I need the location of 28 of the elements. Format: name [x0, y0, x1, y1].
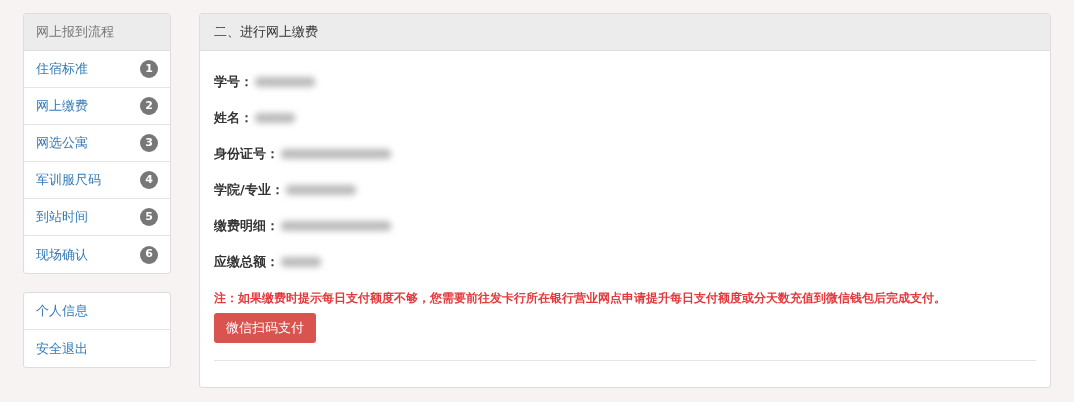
- field-label: 姓名：: [214, 109, 253, 128]
- step-badge: 1: [140, 60, 158, 78]
- field-label: 学院/专业：: [214, 181, 284, 200]
- sidebar-item[interactable]: 网选公寓 3: [24, 125, 170, 162]
- field-label: 缴费明细：: [214, 217, 279, 236]
- step-badge: 4: [140, 171, 158, 189]
- step-badge: 6: [140, 245, 158, 264]
- menu-item[interactable]: 个人信息: [24, 293, 170, 330]
- sidebar-title: 网上报到流程: [24, 14, 170, 51]
- redacted-value: [255, 77, 315, 87]
- panel-title: 二、进行网上缴费: [200, 14, 1050, 51]
- notice-text: 注：如果缴费时提示每日支付额度不够，您需要前往发卡行所在银行营业网点申请提升每日支付额度或分天数充值到微信钱包后完成支付。: [214, 290, 947, 307]
- field-label: 身份证号：: [214, 145, 279, 164]
- sidebar-item[interactable]: 住宿标准 1: [24, 51, 170, 88]
- pay-button[interactable]: 微信扫码支付: [214, 313, 316, 343]
- menu-item[interactable]: 安全退出: [24, 330, 170, 367]
- field-label: 学号：: [214, 73, 253, 92]
- redacted-value: [285, 185, 356, 195]
- redacted-value: [255, 113, 295, 123]
- step-badge: 5: [140, 208, 158, 226]
- sidebar-item[interactable]: 到站时间 5: [24, 199, 170, 236]
- sidebar-item[interactable]: 网上缴费 2: [24, 88, 170, 125]
- redacted-value: [281, 257, 321, 267]
- step-badge: 2: [140, 97, 158, 115]
- sidebar-item[interactable]: 现场确认 6: [24, 236, 170, 273]
- step-badge: 3: [140, 134, 158, 152]
- sidebar-item[interactable]: 军训服尺码 4: [24, 162, 170, 199]
- field-label: 应缴总额：: [214, 253, 279, 272]
